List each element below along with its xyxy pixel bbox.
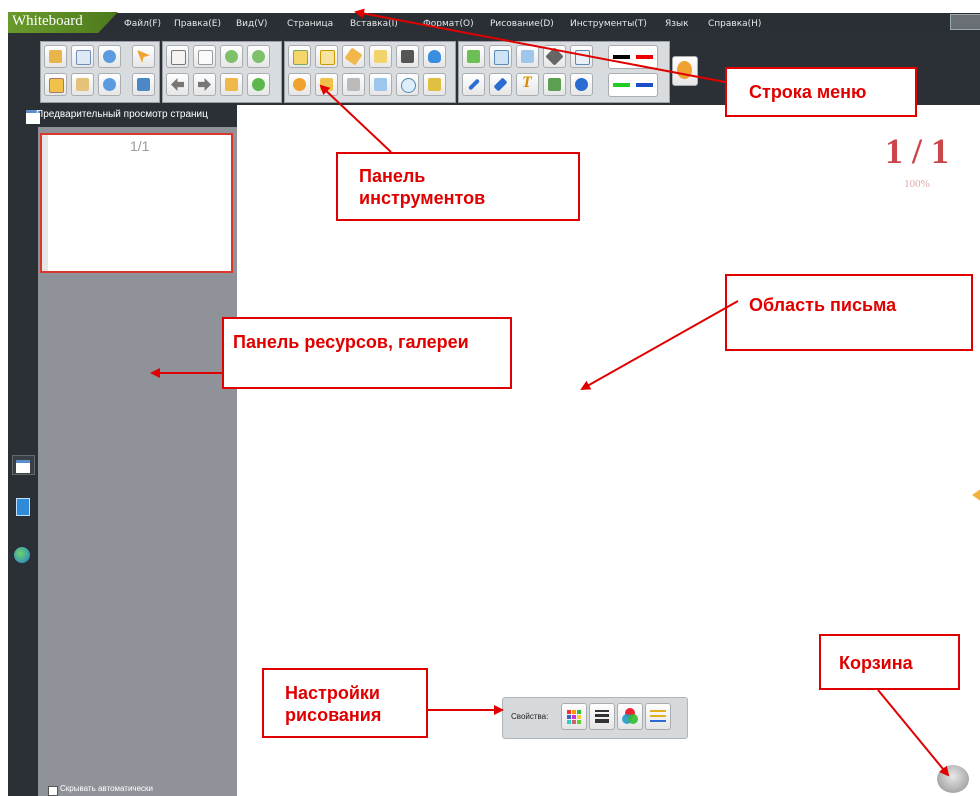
arrow-menu-bar xyxy=(354,8,726,83)
arrow-writing-area xyxy=(580,300,739,390)
arrow-toolbar xyxy=(319,84,392,153)
annotation-arrows xyxy=(150,8,950,777)
arrow-trash xyxy=(877,689,950,777)
